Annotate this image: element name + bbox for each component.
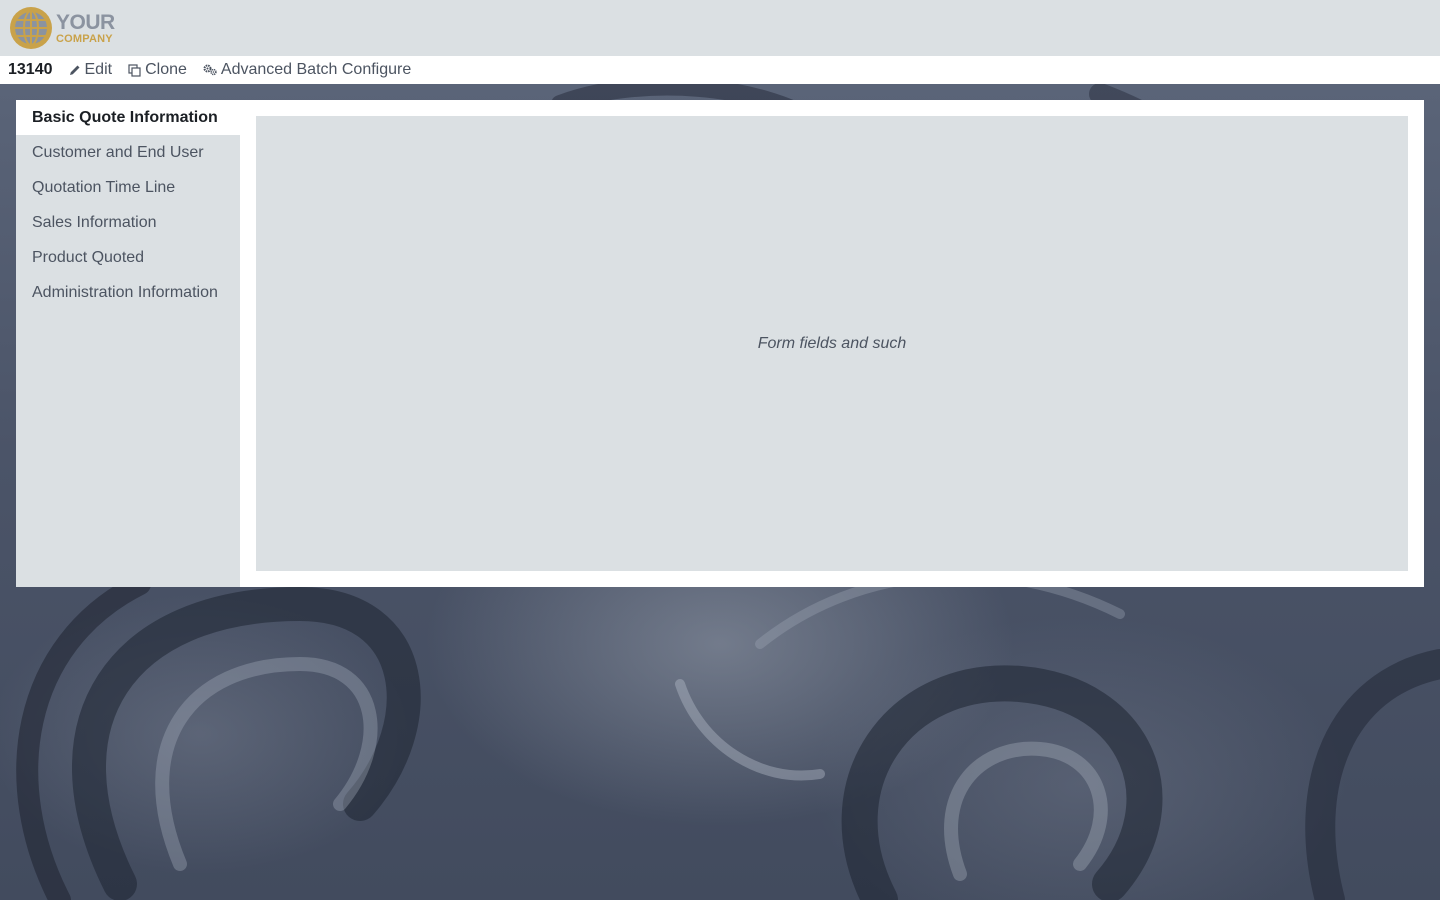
advanced-batch-configure-label: Advanced Batch Configure <box>220 61 412 78</box>
record-id: 13140 <box>8 61 53 78</box>
nav-item-customer-and-end-user[interactable]: Customer and End User <box>16 135 240 170</box>
gears-icon <box>203 64 217 76</box>
clone-button[interactable]: Clone <box>128 61 187 79</box>
quote-panel: Basic Quote Information Customer and End… <box>16 100 1424 587</box>
logo-wordmark: YOUR COMPANY <box>56 12 115 45</box>
app-header: YOUR COMPANY <box>0 0 1440 56</box>
nav-item-product-quoted[interactable]: Product Quoted <box>16 240 240 275</box>
logo-line-your: YOUR <box>56 10 115 34</box>
copy-icon <box>128 63 141 77</box>
record-toolbar: 13140 Edit Clone Advanced Batch Configur… <box>0 56 1440 84</box>
logo-line-company: COMPANY <box>56 32 113 45</box>
section-nav: Basic Quote Information Customer and End… <box>16 100 240 587</box>
globe-icon <box>10 7 52 49</box>
clone-button-label: Clone <box>145 61 187 78</box>
edit-button-label: Edit <box>84 61 113 78</box>
company-logo[interactable]: YOUR COMPANY <box>8 5 115 51</box>
pencil-icon <box>69 65 79 75</box>
content-placeholder: Form fields and such <box>757 334 907 352</box>
form-content-area: Form fields and such <box>256 116 1408 571</box>
nav-item-quotation-time-line[interactable]: Quotation Time Line <box>16 170 240 205</box>
nav-item-sales-information[interactable]: Sales Information <box>16 205 240 240</box>
nav-item-basic-quote-information[interactable]: Basic Quote Information <box>16 100 240 135</box>
edit-button[interactable]: Edit <box>69 61 113 79</box>
advanced-batch-configure-button[interactable]: Advanced Batch Configure <box>203 61 411 79</box>
nav-item-administration-information[interactable]: Administration Information <box>16 275 240 310</box>
